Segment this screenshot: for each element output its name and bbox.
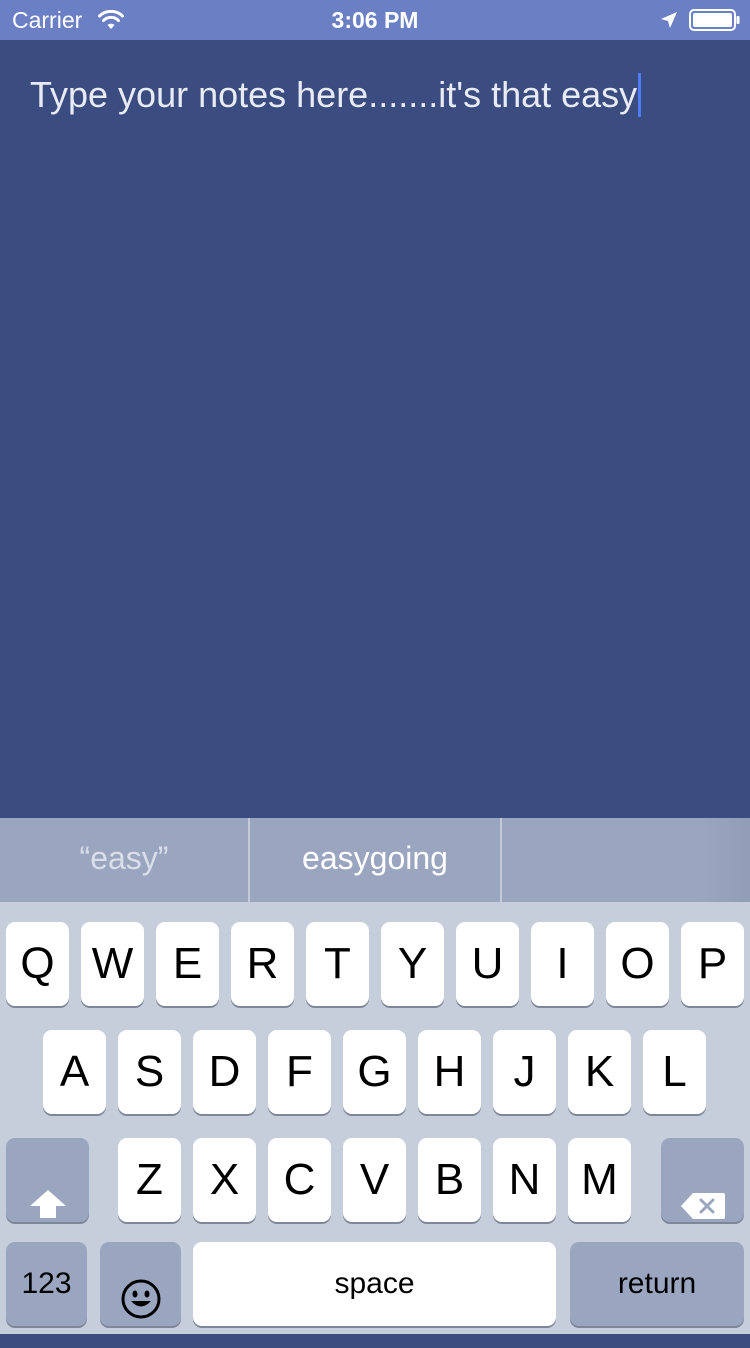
status-bar: Carrier 3:06 PM — [0, 0, 750, 40]
key-label: P — [697, 939, 728, 988]
space-key[interactable]: space — [193, 1242, 556, 1326]
suggestion-easygoing[interactable]: easygoing — [250, 818, 500, 902]
key-label: D — [208, 1047, 241, 1096]
key-o[interactable]: O — [606, 922, 669, 1006]
note-editor[interactable]: Type your notes here.......it's that eas… — [0, 40, 750, 818]
predictive-edge-shade — [700, 818, 750, 902]
key-label: E — [172, 939, 203, 988]
key-j[interactable]: J — [493, 1030, 556, 1114]
key-l[interactable]: L — [643, 1030, 706, 1114]
text-caret — [638, 73, 642, 117]
key-n[interactable]: N — [493, 1138, 556, 1222]
key-label: H — [433, 1047, 466, 1096]
key-label: R — [246, 939, 279, 988]
key-label: X — [209, 1155, 240, 1204]
key-label: S — [134, 1047, 165, 1096]
key-r[interactable]: R — [231, 922, 294, 1006]
key-label: I — [556, 939, 569, 988]
key-w[interactable]: W — [81, 922, 144, 1006]
key-label: J — [513, 1047, 536, 1096]
key-k[interactable]: K — [568, 1030, 631, 1114]
key-z[interactable]: Z — [118, 1138, 181, 1222]
key-u[interactable]: U — [456, 922, 519, 1006]
key-p[interactable]: P — [681, 922, 744, 1006]
emoji-face-icon — [120, 1264, 162, 1319]
keyboard: Q W E R T Y U I O P A S D F G H J K L Z … — [0, 902, 750, 1334]
note-text-line[interactable]: Type your notes here.......it's that eas… — [30, 73, 642, 117]
key-label: G — [357, 1047, 392, 1096]
key-h[interactable]: H — [418, 1030, 481, 1114]
key-e[interactable]: E — [156, 922, 219, 1006]
key-label: F — [286, 1047, 313, 1096]
key-label: Z — [136, 1155, 163, 1204]
numbers-key[interactable]: 123 — [6, 1242, 87, 1326]
key-c[interactable]: C — [268, 1138, 331, 1222]
key-q[interactable]: Q — [6, 922, 69, 1006]
key-x[interactable]: X — [193, 1138, 256, 1222]
return-key[interactable]: return — [570, 1242, 744, 1326]
key-label: V — [359, 1155, 390, 1204]
key-y[interactable]: Y — [381, 922, 444, 1006]
key-label: 123 — [21, 1267, 72, 1300]
key-label: M — [581, 1155, 618, 1204]
backspace-icon — [679, 1165, 727, 1219]
key-label: K — [584, 1047, 615, 1096]
key-label: O — [620, 939, 655, 988]
key-label: T — [324, 939, 351, 988]
key-label: A — [59, 1047, 90, 1096]
note-text: Type your notes here.......it's that eas… — [30, 74, 638, 115]
key-g[interactable]: G — [343, 1030, 406, 1114]
key-label: B — [434, 1155, 465, 1204]
key-label: return — [617, 1267, 697, 1300]
key-label: Y — [397, 939, 428, 988]
delete-key[interactable] — [661, 1138, 744, 1222]
location-arrow-icon — [659, 10, 679, 30]
key-m[interactable]: M — [568, 1138, 631, 1222]
predictive-text-bar: “easy” easygoing — [0, 818, 750, 902]
shift-arrow-icon — [28, 1164, 68, 1218]
shift-key[interactable] — [6, 1138, 89, 1222]
key-label: C — [283, 1155, 316, 1204]
emoji-key[interactable] — [100, 1242, 181, 1326]
suggestion-typed-word[interactable]: “easy” — [0, 818, 248, 902]
key-label: N — [508, 1155, 541, 1204]
key-d[interactable]: D — [193, 1030, 256, 1114]
key-label: Q — [20, 939, 55, 988]
key-t[interactable]: T — [306, 922, 369, 1006]
key-f[interactable]: F — [268, 1030, 331, 1114]
key-s[interactable]: S — [118, 1030, 181, 1114]
key-label: space — [334, 1267, 415, 1300]
key-label: L — [662, 1047, 687, 1096]
key-label: U — [471, 939, 504, 988]
key-label: W — [91, 939, 134, 988]
key-b[interactable]: B — [418, 1138, 481, 1222]
key-i[interactable]: I — [531, 922, 594, 1006]
key-v[interactable]: V — [343, 1138, 406, 1222]
battery-icon — [689, 9, 741, 31]
clock: 3:06 PM — [331, 7, 419, 33]
key-a[interactable]: A — [43, 1030, 106, 1114]
